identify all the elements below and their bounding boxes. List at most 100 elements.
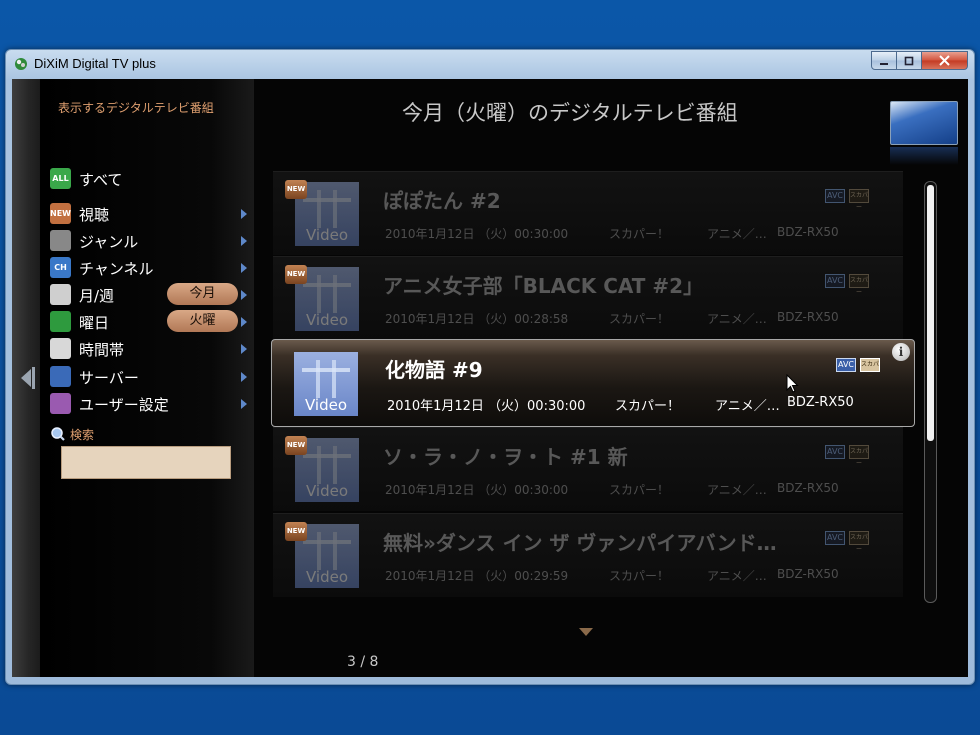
- sidebar-item-genre[interactable]: ジャンル: [50, 229, 250, 253]
- chevron-right-icon: [241, 372, 247, 382]
- program-title: アニメ女子部「BLACK CAT #2」: [383, 274, 704, 298]
- close-icon: [939, 55, 950, 66]
- weekday-icon: [50, 311, 71, 332]
- film-strip-icon: [317, 275, 321, 313]
- channel-tag: スカパー: [849, 274, 869, 296]
- program-channel: スカパー！: [615, 399, 681, 414]
- sidebar-item-label: ジャンル: [79, 233, 139, 251]
- maximize-icon: [904, 56, 914, 65]
- search-icon: [51, 427, 65, 441]
- program-row[interactable]: Video 化物語 #9 2010年1月12日 （火）00:30:00 スカパー！ アニ…: [271, 339, 915, 427]
- info-icon[interactable]: i: [892, 343, 910, 361]
- program-server: BDZ-RX50: [777, 567, 839, 581]
- avc-tag: AVC: [825, 189, 845, 203]
- collapse-left-icon: [21, 369, 31, 387]
- page-counter: 3 / 8: [347, 654, 379, 670]
- app-logo-icon: [15, 58, 27, 70]
- chevron-right-icon: [241, 209, 247, 219]
- minimize-button[interactable]: [871, 51, 897, 70]
- chevron-right-icon: [241, 399, 247, 409]
- film-bar-icon: [303, 283, 351, 287]
- video-thumbnail: Video: [294, 352, 358, 416]
- filter-sidebar: 表示するデジタルテレビ番組 ALL すべて NEW 視聴ジャンル CH チャンネル 月/週 今…: [40, 79, 282, 677]
- search-label: 検索: [70, 428, 95, 442]
- search-input[interactable]: [61, 446, 231, 479]
- sidebar-item-badge: 火曜: [167, 310, 238, 332]
- thumbnail-label: Video: [305, 311, 349, 329]
- mouse-cursor-icon: [786, 374, 799, 393]
- app-window: DiXiM Digital TV plus 表示するデジタルテレビ番組 ALL す…: [5, 49, 975, 685]
- film-bar-icon: [303, 198, 351, 202]
- chevron-right-icon: [241, 263, 247, 273]
- sidebar-item-label: ユーザー設定: [79, 396, 169, 414]
- program-title: ソ・ラ・ノ・ヲ・ト #1 新: [383, 445, 628, 469]
- chevron-right-icon: [241, 290, 247, 300]
- film-bar-icon: [302, 368, 350, 372]
- new-icon: NEW: [50, 203, 71, 224]
- sidebar-item-weekday[interactable]: 曜日 火曜: [50, 310, 250, 334]
- page-title: 今月（火曜）のデジタルテレビ番組: [402, 101, 738, 125]
- program-row[interactable]: Video NEW アニメ女子部「BLACK CAT #2」 2010年1月12日 （…: [273, 256, 903, 340]
- sidebar-item-clock[interactable]: 時間帯: [50, 337, 250, 361]
- scrollbar-thumb[interactable]: [927, 185, 934, 441]
- new-badge: NEW: [285, 436, 307, 455]
- channel-tag: スカパー: [849, 189, 869, 211]
- sidebar-item-user-settings[interactable]: ユーザー設定: [50, 392, 250, 416]
- film-strip-icon: [317, 532, 321, 570]
- sidebar-heading: 表示するデジタルテレビ番組: [58, 101, 214, 115]
- calendar-icon: [50, 284, 71, 305]
- sidebar-item-channel[interactable]: CH チャンネル: [50, 256, 250, 280]
- thumbnail-label: Video: [305, 226, 349, 244]
- new-badge: NEW: [285, 265, 307, 284]
- scroll-down-icon[interactable]: [579, 628, 593, 636]
- chevron-right-icon: [241, 236, 247, 246]
- view-mode-button[interactable]: [890, 101, 958, 145]
- program-title: 化物語 #9: [385, 358, 483, 382]
- program-row[interactable]: Video NEW 無料»ダンス イン ザ ヴァンパイアバンド… 2010年1月12日…: [273, 513, 903, 597]
- sidebar-item-label: サーバー: [79, 369, 139, 387]
- program-row[interactable]: Video NEW ソ・ラ・ノ・ヲ・ト #1 新 2010年1月12日 （火）00:3…: [273, 427, 903, 511]
- program-title: 無料»ダンス イン ザ ヴァンパイアバンド…: [383, 531, 777, 555]
- thumbnail-label: Video: [305, 482, 349, 500]
- film-strip-icon: [333, 532, 337, 570]
- program-genre: アニメ／…: [707, 312, 767, 326]
- film-strip-icon: [316, 360, 320, 398]
- collapse-bar-icon: [32, 367, 35, 389]
- sidebar-item-label: すべて: [79, 171, 123, 189]
- maximize-button[interactable]: [897, 51, 922, 70]
- program-server: BDZ-RX50: [787, 395, 854, 410]
- film-strip-icon: [317, 446, 321, 484]
- sidebar-item-all[interactable]: ALL すべて: [50, 167, 250, 191]
- title-bar[interactable]: DiXiM Digital TV plus: [6, 50, 974, 78]
- search-label-row: 検索: [50, 425, 170, 443]
- sidebar-item-server[interactable]: サーバー: [50, 365, 250, 389]
- chevron-right-icon: [241, 344, 247, 354]
- sidebar-item-label: 月/週: [79, 287, 115, 305]
- app-content: 表示するデジタルテレビ番組 ALL すべて NEW 視聴 ジャンル CH チャンネル 月/週 今…: [12, 79, 968, 677]
- program-channel: スカパー！: [609, 312, 670, 326]
- genre-icon: [50, 230, 71, 251]
- sidebar-item-label: 曜日: [79, 314, 110, 332]
- program-server: BDZ-RX50: [777, 310, 839, 324]
- film-strip-icon: [332, 360, 336, 398]
- channel-tag: スカパー: [860, 358, 880, 380]
- sidebar-item-label: チャンネル: [79, 260, 154, 278]
- list-scrollbar[interactable]: [924, 181, 937, 603]
- sidebar-collapse-strip[interactable]: [12, 79, 40, 677]
- thumbnail-label: Video: [305, 568, 349, 586]
- sidebar-item-new[interactable]: NEW 視聴: [50, 202, 250, 226]
- program-genre: アニメ／…: [707, 227, 767, 241]
- close-button[interactable]: [922, 51, 968, 70]
- film-bar-icon: [303, 540, 351, 544]
- program-channel: スカパー！: [609, 227, 670, 241]
- program-row[interactable]: Video NEW ぽぽたん #2 2010年1月12日 （火）00:30:00 スカパ…: [273, 171, 903, 255]
- program-list: Video NEW ぽぽたん #2 2010年1月12日 （火）00:30:00 スカパ…: [271, 171, 915, 601]
- film-bar-icon: [303, 454, 351, 458]
- film-strip-icon: [333, 190, 337, 228]
- sidebar-item-calendar[interactable]: 月/週 今月: [50, 283, 250, 307]
- new-badge: NEW: [285, 522, 307, 541]
- channel-tag: スカパー: [849, 445, 869, 467]
- film-strip-icon: [317, 190, 321, 228]
- program-genre: アニメ／…: [715, 399, 780, 414]
- new-badge: NEW: [285, 180, 307, 199]
